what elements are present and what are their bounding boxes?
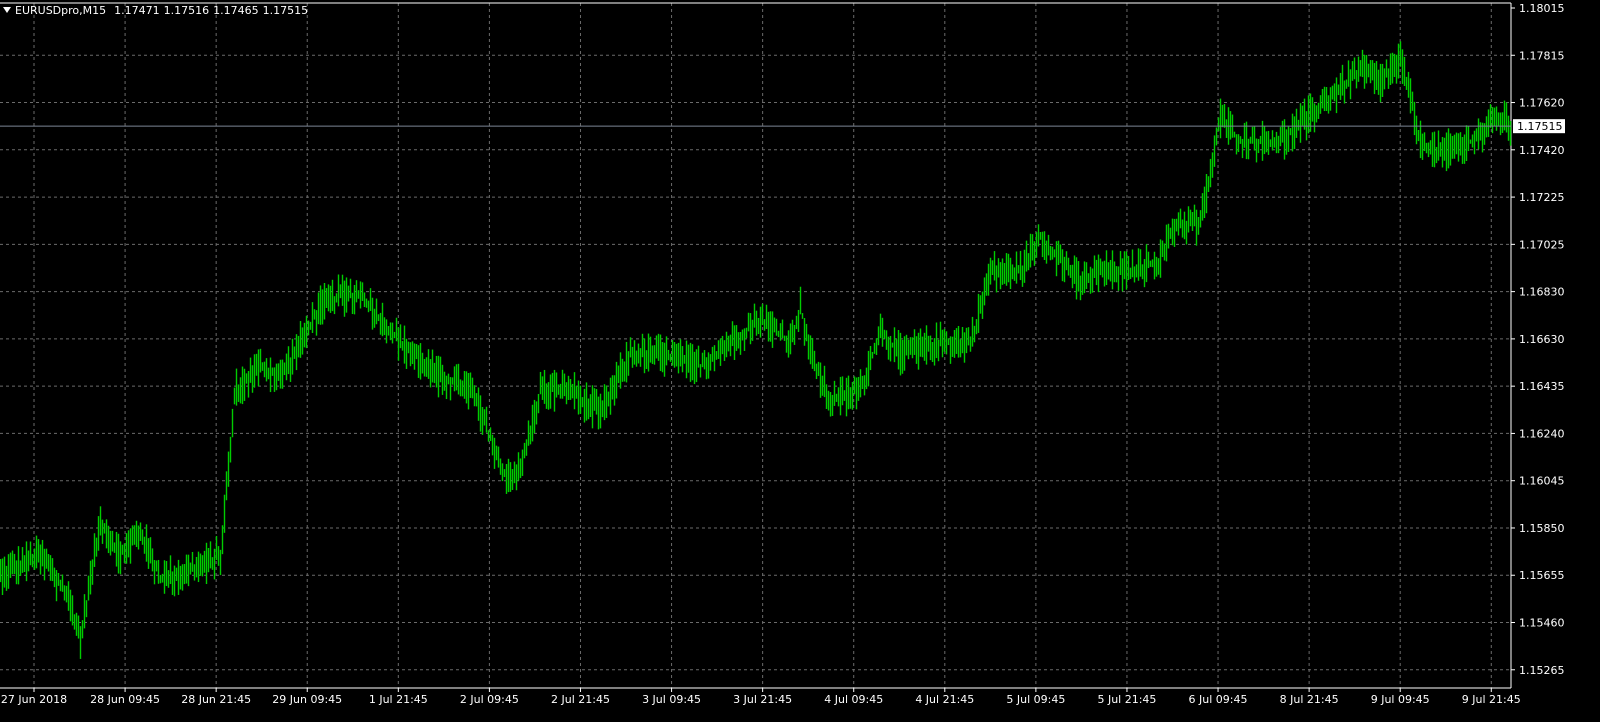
y-tick-label: 1.15265 [1519,664,1565,677]
y-tick-label: 1.16435 [1519,380,1565,393]
y-tick-label: 1.17815 [1519,49,1565,62]
x-tick-label: 3 Jul 21:45 [733,693,792,706]
x-tick-label: 3 Jul 09:45 [642,693,701,706]
x-tick-label: 4 Jul 09:45 [824,693,883,706]
symbol-label: EURUSDpro,M15 [15,4,107,17]
x-tick-label: 5 Jul 09:45 [1006,693,1065,706]
collapse-triangle-icon[interactable] [3,7,11,13]
y-tick-label: 1.15460 [1519,617,1565,630]
y-tick-label: 1.16240 [1519,427,1565,440]
open-price: 1.17471 [114,4,160,17]
x-tick-label: 9 Jul 21:45 [1462,693,1521,706]
low-price: 1.17465 [213,4,259,17]
x-tick-label: 27 Jun 2018 [1,693,67,706]
y-tick-label: 1.17620 [1519,97,1565,110]
x-tick-label: 4 Jul 21:45 [915,693,974,706]
x-tick-label: 9 Jul 09:45 [1371,693,1430,706]
y-tick-label: 1.16045 [1519,475,1565,488]
chart-window[interactable]: EURUSDpro,M15 1.17471 1.17516 1.17465 1.1751… [0,0,1600,722]
chart-header: EURUSDpro,M15 1.17471 1.17516 1.17465 1.1751… [3,4,312,17]
x-tick-label: 29 Jun 09:45 [272,693,342,706]
x-tick-label: 2 Jul 09:45 [460,693,519,706]
x-tick-label: 5 Jul 21:45 [1097,693,1156,706]
high-price: 1.17516 [163,4,210,17]
x-tick-label: 1 Jul 21:45 [369,693,428,706]
x-tick-label: 28 Jun 09:45 [90,693,160,706]
y-tick-label: 1.16830 [1519,286,1565,299]
x-tick-label: 6 Jul 09:45 [1189,693,1248,706]
y-tick-label: 1.17420 [1519,144,1565,157]
y-tick-label: 1.17025 [1519,238,1565,251]
y-tick-label: 1.18015 [1519,2,1565,15]
x-tick-label: 28 Jun 21:45 [181,693,251,706]
y-tick-label: 1.17225 [1519,191,1565,204]
y-tick-label: 1.15850 [1519,522,1565,535]
close-price: 1.17515 [262,4,309,17]
x-tick-label: 8 Jul 21:45 [1280,693,1339,706]
price-chart[interactable]: 1.18015 1.17815 1.17620 1.17420 1.17225 1.170… [0,0,1600,722]
bid-price-label: 1.17515 [1517,120,1563,133]
y-tick-label: 1.16630 [1519,333,1565,346]
x-tick-label: 2 Jul 21:45 [551,693,610,706]
y-tick-label: 1.15655 [1519,569,1565,582]
